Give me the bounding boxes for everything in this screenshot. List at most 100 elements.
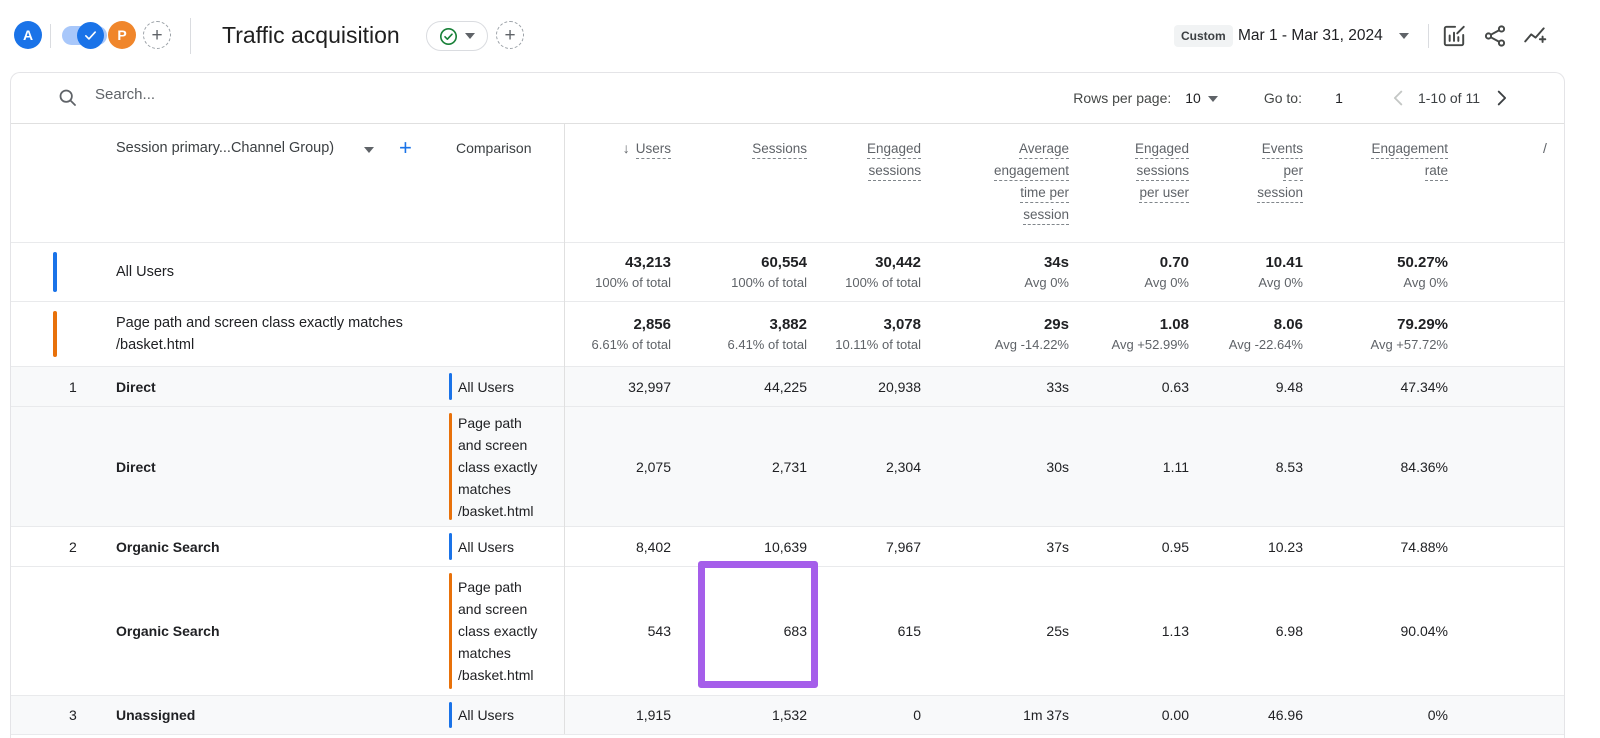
column-header-line: Average: [921, 140, 1069, 157]
metric-value: 25s: [921, 623, 1069, 639]
metric-value: 0%: [1303, 707, 1448, 723]
metric-cell: 10.23: [1189, 527, 1303, 566]
add-dimension-button[interactable]: +: [399, 135, 412, 161]
metric-cell: 10,639: [671, 527, 807, 566]
comparison-label: Page pathand screenclass exactlymatches/…: [458, 576, 537, 686]
sort-descending-icon: ↓: [623, 140, 630, 156]
summary-row-metrics: 2,8566.61% of total3,8826.41% of total3,…: [564, 302, 1448, 366]
metric-cell: 46.96: [1189, 696, 1303, 734]
row-metrics: 54368361525s1.136.9890.04%: [564, 567, 1448, 695]
account-avatar[interactable]: A: [14, 21, 42, 49]
goto-page-label: Go to:: [1264, 90, 1302, 106]
metric-value: 20,938: [807, 379, 921, 395]
metric-value: 2,304: [807, 459, 921, 475]
table-row-direct: DirectPage pathand screenclass exactlyma…: [11, 406, 1564, 526]
metric-cell: 74.88%: [1303, 527, 1448, 566]
chevron-down-icon[interactable]: [1208, 96, 1218, 102]
search-icon: [57, 87, 78, 108]
next-page-chevron-icon[interactable]: [1490, 87, 1512, 109]
rows-per-page-value[interactable]: 10: [1185, 90, 1201, 106]
divider: [190, 18, 191, 54]
comparison-cell: Page pathand screenclass exactlymatches/…: [433, 567, 564, 695]
goto-page-input[interactable]: [1324, 89, 1354, 107]
comparison-color-bar: [449, 533, 452, 560]
metric-cell: 84.36%: [1303, 407, 1448, 526]
comparison-cell: All Users: [433, 527, 564, 566]
metric-cell: 2,075: [564, 407, 671, 526]
metric-value: 3,078: [807, 316, 921, 333]
column-header-line: Engagement: [1303, 140, 1448, 157]
plus-icon: +: [504, 23, 515, 48]
metric-value: 7,967: [807, 539, 921, 555]
metric-cell: 50.27%Avg 0%: [1303, 243, 1448, 301]
column-header-average-engagement-time-per-session[interactable]: Averageengagementtime persession: [921, 140, 1069, 242]
metric-value: 2,856: [564, 316, 671, 333]
table-toolbar: Rows per page: 10 Go to: 1-10 of 11: [11, 73, 1564, 124]
metric-subvalue: 100% of total: [671, 275, 807, 290]
metric-value: 30,442: [807, 254, 921, 271]
add-report-button[interactable]: +: [496, 21, 524, 49]
add-comparison-button[interactable]: +: [143, 21, 171, 49]
metric-value: 50.27%: [1303, 254, 1448, 271]
row-metrics: 32,99744,22520,93833s0.639.4847.34%: [564, 367, 1448, 406]
column-header-engaged-sessions[interactable]: Engagedsessions: [807, 140, 921, 242]
date-range-type-badge: Custom: [1174, 25, 1233, 47]
column-header-line: time per: [921, 184, 1069, 201]
metric-cell: 543: [564, 567, 671, 695]
row-index: 1: [69, 379, 77, 395]
metric-value: 8,402: [564, 539, 671, 555]
metric-value: 1.08: [1069, 316, 1189, 333]
dimension-selector[interactable]: Session primary...Channel Group): [116, 140, 334, 156]
metric-cell: 37s: [921, 527, 1069, 566]
previous-page-chevron-icon[interactable]: [1388, 87, 1410, 109]
column-header-line: Sessions: [671, 140, 807, 157]
metric-value: 29s: [921, 316, 1069, 333]
metric-value: 3,882: [671, 316, 807, 333]
report-saved-status-pill[interactable]: [426, 21, 488, 51]
metric-cell: 0%: [1303, 696, 1448, 734]
comparison-cell: Page pathand screenclass exactlymatches/…: [433, 407, 564, 526]
customize-report-icon[interactable]: [1441, 23, 1467, 49]
column-header-users[interactable]: ↓Users: [564, 140, 671, 242]
metric-subvalue: Avg -22.64%: [1189, 337, 1303, 352]
metric-cell: 2,731: [671, 407, 807, 526]
metric-cell: 0.70Avg 0%: [1069, 243, 1189, 301]
date-range-selector[interactable]: Mar 1 - Mar 31, 2024: [1238, 27, 1383, 45]
metric-value: 2,075: [564, 459, 671, 475]
property-avatar-letter: P: [117, 27, 126, 43]
share-icon[interactable]: [1482, 23, 1508, 49]
account-avatar-letter: A: [23, 27, 33, 43]
comparison-cell: All Users: [433, 696, 564, 734]
comparison-label: Page pathand screenclass exactlymatches/…: [458, 412, 537, 522]
metric-value: 615: [807, 623, 921, 639]
column-header-engagement-rate[interactable]: Engagementrate: [1303, 140, 1448, 242]
column-header-sessions[interactable]: Sessions: [671, 140, 807, 242]
comparison-toggle[interactable]: [62, 26, 107, 45]
chevron-down-icon[interactable]: [364, 147, 374, 153]
plus-icon: +: [151, 23, 162, 48]
comparison-color-bar: [449, 702, 452, 728]
column-header-line: Engaged: [1069, 140, 1189, 157]
metric-subvalue: 10.11% of total: [807, 337, 921, 352]
metric-cell: 10.41Avg 0%: [1189, 243, 1303, 301]
pagination-controls: Rows per page: 10 Go to: 1-10 of 11: [1073, 73, 1512, 123]
column-header-events-per-session[interactable]: Eventspersession: [1189, 140, 1303, 242]
metric-cell: 6.98: [1189, 567, 1303, 695]
metric-cell: 1.13: [1069, 567, 1189, 695]
insights-icon[interactable]: [1522, 23, 1548, 49]
chevron-down-icon[interactable]: [1399, 33, 1409, 39]
column-header-line: engagement: [921, 162, 1069, 179]
metric-value: 1m 37s: [921, 707, 1069, 723]
summary-row: Page path and screen class exactly match…: [11, 301, 1564, 366]
table-row-direct: 1DirectAll Users32,99744,22520,93833s0.6…: [11, 366, 1564, 406]
metric-cell: 0.63: [1069, 367, 1189, 406]
search-input[interactable]: [93, 85, 477, 104]
metric-value: 1,915: [564, 707, 671, 723]
column-header-line: sessions: [1069, 162, 1189, 179]
property-avatar[interactable]: P: [108, 21, 136, 49]
summary-row-label: Page path and screen class exactly match…: [116, 312, 403, 356]
column-header-engaged-sessions-per-user[interactable]: Engagedsessionsper user: [1069, 140, 1189, 242]
metric-value: 34s: [921, 254, 1069, 271]
comparison-label: All Users: [458, 704, 514, 726]
metric-value: 0.63: [1069, 379, 1189, 395]
